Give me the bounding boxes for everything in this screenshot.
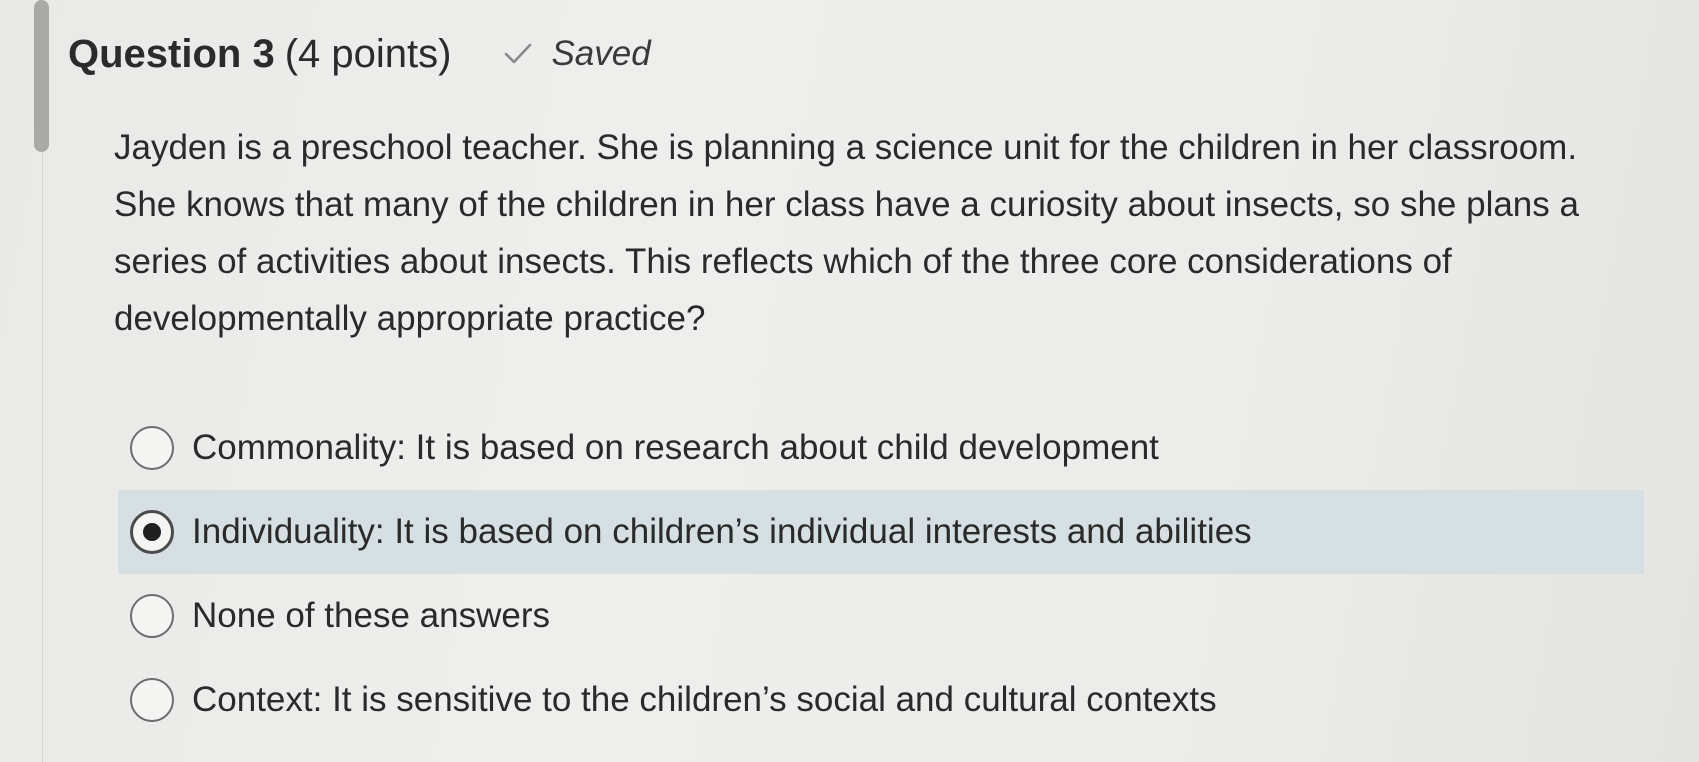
answer-option-context[interactable]: Context: It is sensitive to the children… xyxy=(118,658,1644,742)
answer-option-label: Individuality: It is based on children’s… xyxy=(192,512,1252,551)
answer-options: Commonality: It is based on research abo… xyxy=(118,406,1644,742)
scrollbar-thumb[interactable] xyxy=(34,0,49,152)
radio-button[interactable] xyxy=(130,594,174,638)
radio-button[interactable] xyxy=(130,426,174,470)
radio-button[interactable] xyxy=(130,510,174,554)
question-header: Question 3 (4 points) Saved xyxy=(68,24,651,84)
check-icon xyxy=(505,43,532,64)
answer-option-none[interactable]: None of these answers xyxy=(118,574,1644,658)
answer-option-commonality[interactable]: Commonality: It is based on research abo… xyxy=(118,406,1644,490)
answer-option-individuality[interactable]: Individuality: It is based on children’s… xyxy=(118,490,1644,574)
radio-button[interactable] xyxy=(130,678,174,722)
save-status: Saved xyxy=(503,34,651,74)
answer-option-label: None of these answers xyxy=(192,596,550,635)
saved-label: Saved xyxy=(551,34,651,73)
answer-option-label: Context: It is sensitive to the children… xyxy=(192,680,1217,719)
answer-option-label: Commonality: It is based on research abo… xyxy=(192,428,1159,467)
question-points: (4 points) xyxy=(284,31,452,76)
question-title: Question 3 xyxy=(68,31,275,76)
question-text: Jayden is a preschool teacher. She is pl… xyxy=(114,128,1579,338)
